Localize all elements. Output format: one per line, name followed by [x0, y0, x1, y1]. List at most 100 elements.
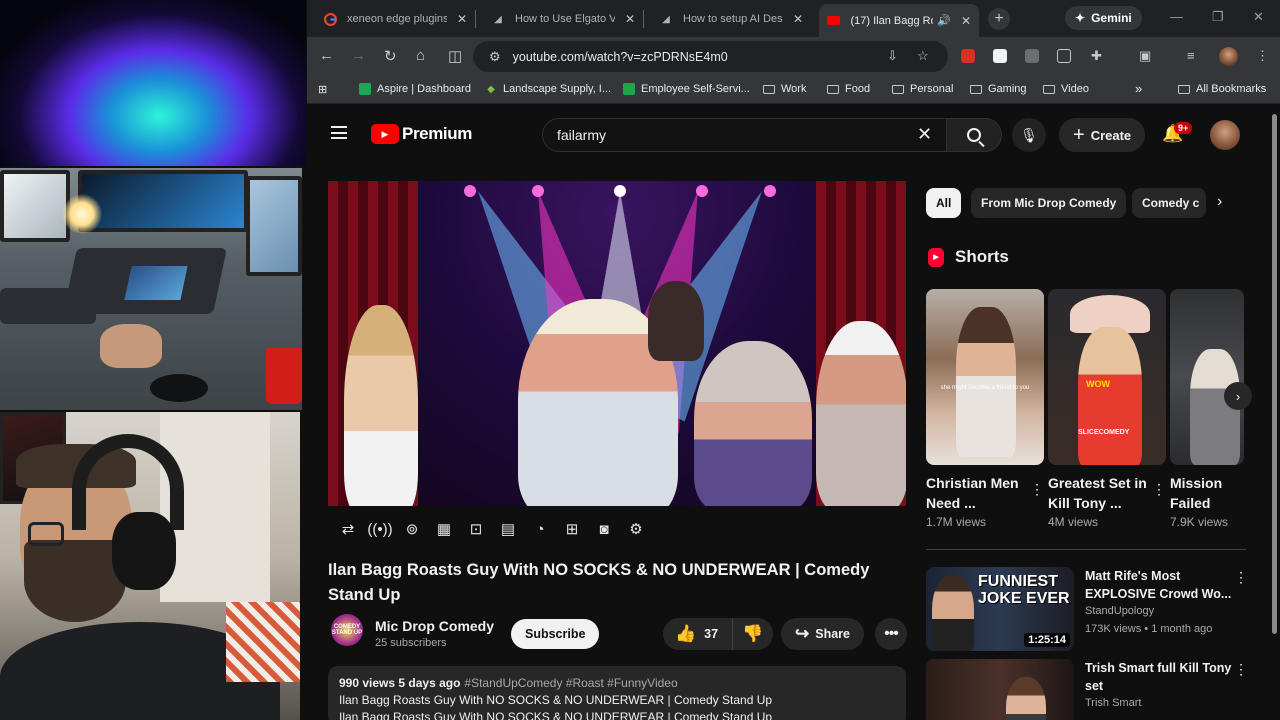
site-settings-icon[interactable]: ⚙	[489, 49, 501, 65]
audio-boost-icon[interactable]: ((•))	[367, 517, 392, 541]
recommended-channel[interactable]: StandUpology	[1085, 605, 1154, 617]
more-vertical-icon[interactable]: ⋮	[1234, 661, 1248, 678]
youtube-premium-logo[interactable]: ▶ Premium	[371, 124, 472, 144]
account-avatar[interactable]	[1210, 120, 1240, 150]
apps-grid-icon[interactable]: ⊞	[318, 83, 327, 96]
extension-icon[interactable]	[961, 49, 975, 63]
extensions-puzzle-icon[interactable]: ✚	[1091, 48, 1102, 64]
more-actions-button[interactable]: •••	[875, 618, 907, 650]
description-box[interactable]: 990 views 5 days ago #StandUpComedy #Roas…	[328, 666, 906, 720]
more-vertical-icon[interactable]: ⋮	[1152, 481, 1166, 498]
close-tab-icon[interactable]: ✕	[793, 12, 803, 26]
close-tab-icon[interactable]: ✕	[961, 14, 971, 28]
chevron-right-icon[interactable]: ›	[1217, 193, 1222, 211]
menu-hamburger-icon[interactable]	[331, 126, 347, 139]
split-view-icon[interactable]: ◫	[448, 47, 462, 65]
tab-youtube-active[interactable]: (17) Ilan Bagg Roa 🔊 ✕	[819, 4, 979, 37]
speed-settings-icon[interactable]: ⊚	[400, 517, 424, 541]
bookmark-star-icon[interactable]: ☆	[917, 48, 929, 64]
voice-search-button[interactable]: 🎙	[1012, 118, 1046, 152]
bookmark-employee[interactable]: Employee Self-Servi...	[623, 83, 750, 95]
short-thumbnail[interactable]: she might become a friend to you	[926, 289, 1044, 465]
home-icon[interactable]: ⌂	[416, 47, 425, 64]
screen: xeneon edge plugins ✕ ◢ How to Use Elgat…	[0, 0, 1280, 720]
recommended-video[interactable]: Trish Smart full Kill Tony set Trish Sma…	[926, 659, 1256, 720]
clear-search-icon[interactable]: ✕	[917, 124, 932, 145]
recommended-video[interactable]: FUNNIEST JOKE EVER 1:25:14 Matt Rife's M…	[926, 567, 1256, 651]
address-bar[interactable]: ⚙ youtube.com/watch?v=zcPDRNsE4m0	[473, 41, 948, 72]
reading-list-icon[interactable]: ≡	[1187, 48, 1195, 63]
add-frame-icon[interactable]: ⊞	[560, 517, 584, 541]
chip-comedy[interactable]: Comedy c	[1132, 188, 1206, 218]
back-arrow-icon[interactable]: ←	[319, 47, 334, 64]
gear-icon[interactable]: ⚙	[624, 517, 648, 541]
profile-avatar-icon[interactable]	[1219, 47, 1238, 66]
gemini-button[interactable]: ✦ Gemini	[1065, 6, 1142, 30]
chip-all[interactable]: All	[926, 188, 962, 218]
like-button[interactable]: 👍 37	[663, 618, 733, 650]
dislike-button[interactable]: 👎	[733, 624, 773, 644]
channel-avatar[interactable]: COMEDY STAND UP	[331, 614, 363, 646]
bookmark-folder-food[interactable]: Food	[827, 83, 870, 95]
tab-ai-desk[interactable]: ◢ How to setup AI Desk ✕	[651, 6, 811, 32]
minimize-icon[interactable]: —	[1170, 9, 1183, 24]
more-bookmarks-icon[interactable]: »	[1135, 81, 1142, 96]
loop-icon[interactable]: ⇄	[336, 517, 360, 541]
bookmark-folder-personal[interactable]: Personal	[892, 83, 953, 95]
bookmark-folder-work[interactable]: Work	[763, 83, 806, 95]
share-button[interactable]: ↪ Share	[781, 618, 864, 650]
thumbs-down-icon: 👎	[742, 624, 764, 643]
thumbnail-text: FUNNIEST JOKE EVER	[978, 573, 1070, 607]
search-input[interactable]: failarmy	[542, 118, 946, 152]
audio-playing-icon[interactable]: 🔊	[937, 14, 951, 27]
close-tab-icon[interactable]: ✕	[625, 12, 635, 26]
audience-woman-image	[694, 341, 812, 506]
video-thumbnail[interactable]	[926, 659, 1074, 720]
tab-elgato-virtual[interactable]: ◢ How to Use Elgato Virtu ✕	[483, 6, 643, 32]
bookmark-folder-video[interactable]: Video	[1043, 83, 1089, 95]
speedometer-icon[interactable]: ◔	[528, 517, 552, 541]
short-card[interactable]: WOW SLICECOMEDY Greatest Set in Kill Ton…	[1048, 289, 1166, 529]
channel-name[interactable]: Mic Drop Comedy	[375, 618, 494, 634]
more-vertical-icon[interactable]: ⋮	[1030, 481, 1044, 498]
chip-from-channel[interactable]: From Mic Drop Comedy	[971, 188, 1127, 218]
short-thumbnail[interactable]	[1170, 289, 1244, 465]
screenshot-camera-icon[interactable]: ◙	[592, 517, 616, 541]
video-thumbnail[interactable]: FUNNIEST JOKE EVER 1:25:14	[926, 567, 1074, 651]
short-thumbnail[interactable]: WOW SLICECOMEDY	[1048, 289, 1166, 465]
forward-arrow-icon[interactable]: →	[351, 47, 366, 64]
search-button[interactable]	[946, 118, 1002, 152]
browser-menu-icon[interactable]: ⋮	[1256, 48, 1269, 64]
page-scrollbar[interactable]	[1269, 104, 1280, 720]
video-player[interactable]	[328, 181, 906, 506]
hashtags[interactable]: #StandUpComedy #Roast #FunnyVideo	[464, 676, 677, 690]
tab-xeneon[interactable]: xeneon edge plugins ✕	[315, 6, 475, 32]
close-window-icon[interactable]: ✕	[1253, 9, 1264, 25]
extension-icon[interactable]	[993, 49, 1007, 63]
scrollbar-thumb[interactable]	[1272, 114, 1277, 634]
reload-icon[interactable]: ↻	[384, 47, 397, 65]
search-tabs-icon[interactable]: ▣	[1139, 48, 1151, 64]
thumbs-up-icon: 👍	[675, 624, 697, 643]
close-tab-icon[interactable]: ✕	[457, 12, 467, 26]
cinema-mode-icon[interactable]: ▦	[432, 517, 456, 541]
extension-icon[interactable]	[1025, 49, 1039, 63]
resize-icon[interactable]: ⊡	[464, 517, 488, 541]
install-app-icon[interactable]: ⇩	[887, 48, 898, 64]
recommended-channel[interactable]: Trish Smart	[1085, 697, 1141, 709]
shorts-next-button[interactable]: ›	[1224, 382, 1252, 410]
more-vertical-icon[interactable]: ⋮	[1234, 569, 1248, 586]
short-caption: WOW	[1086, 379, 1110, 389]
mini-player-icon[interactable]: ▤	[496, 517, 520, 541]
restore-icon[interactable]: ❐	[1212, 9, 1224, 25]
extension-icon[interactable]	[1057, 49, 1071, 63]
short-card[interactable]: she might become a friend to you Christi…	[926, 289, 1044, 529]
bookmark-aspire[interactable]: Aspire | Dashboard	[359, 83, 471, 95]
landscape-icon: ◆	[487, 83, 495, 95]
subscribe-button[interactable]: Subscribe	[511, 619, 600, 649]
bookmark-landscape-supply[interactable]: ◆ Landscape Supply, I...	[485, 83, 611, 95]
bookmark-folder-gaming[interactable]: Gaming	[970, 83, 1027, 95]
all-bookmarks-folder[interactable]: All Bookmarks	[1178, 83, 1266, 95]
create-button[interactable]: + Create	[1059, 118, 1146, 152]
new-tab-button[interactable]: +	[988, 8, 1010, 30]
